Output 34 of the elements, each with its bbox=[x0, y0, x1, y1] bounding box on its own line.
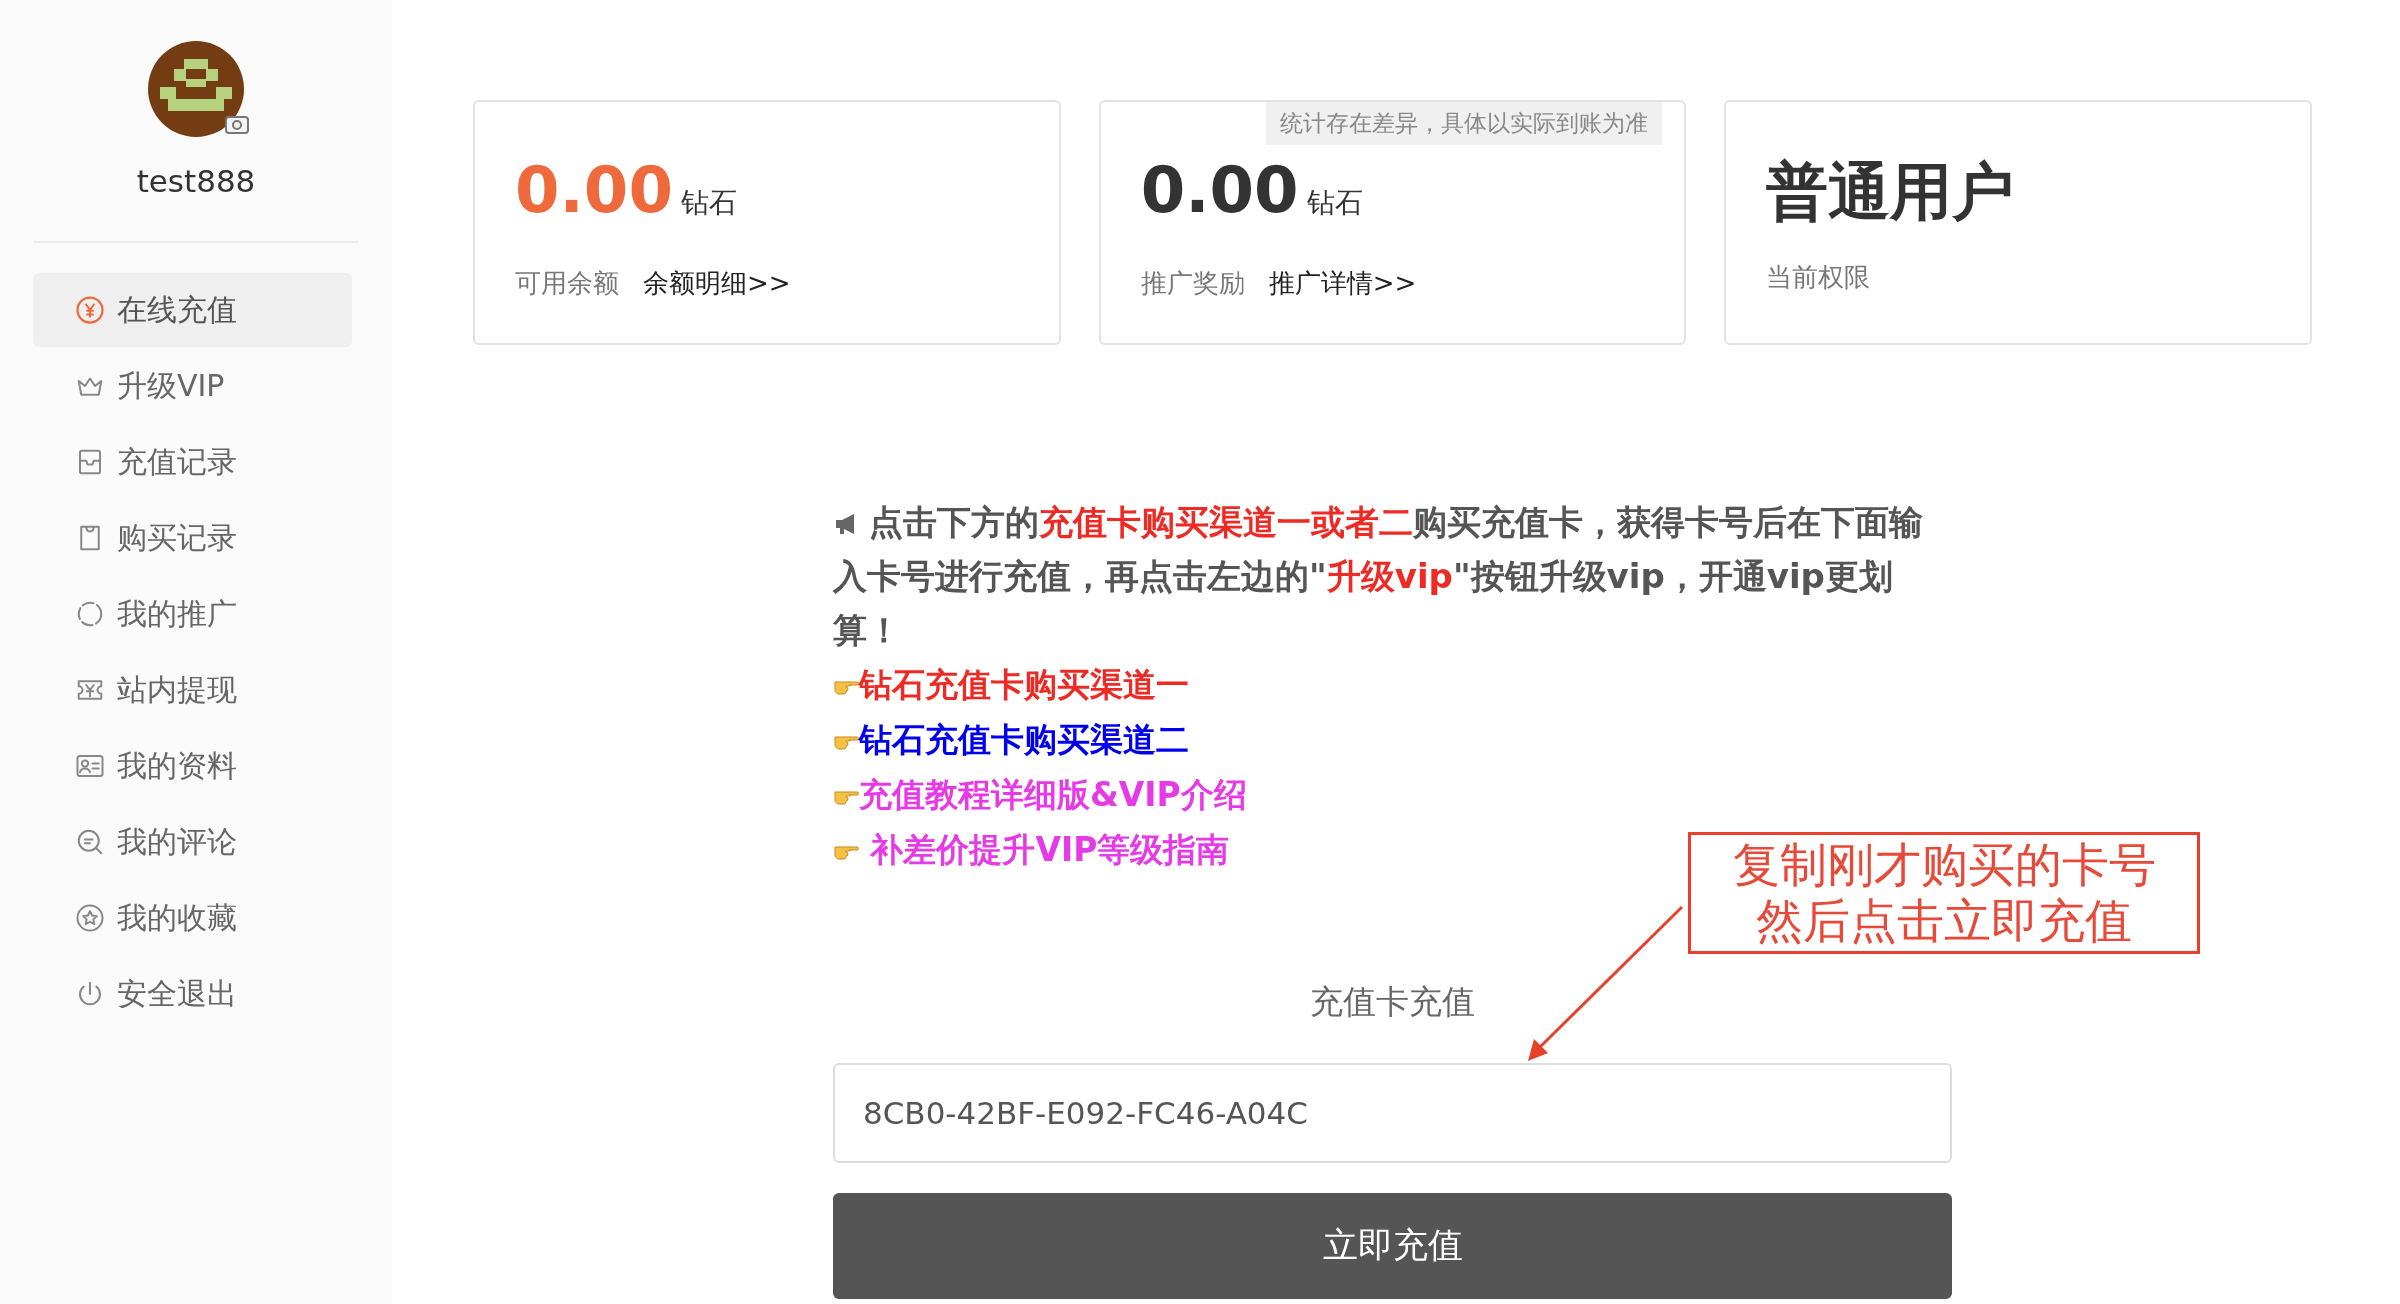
amount-value: 0.00 bbox=[1140, 158, 1299, 222]
unit-label: 钻石 bbox=[1306, 185, 1363, 221]
camera-icon[interactable] bbox=[225, 116, 249, 134]
username: test888 bbox=[136, 162, 256, 201]
yuan-icon bbox=[75, 294, 105, 325]
menu-item[interactable]: 购买记录 bbox=[33, 500, 352, 575]
channel-link[interactable]: 补差价提升VIP等级指南 bbox=[859, 824, 1230, 875]
menu-item[interactable]: 站内提现 bbox=[33, 652, 352, 727]
menu-item[interactable]: 我的资料 bbox=[33, 728, 352, 803]
channel-link[interactable]: 充值教程详细版&VIP介绍 bbox=[859, 769, 1247, 820]
note-label: 统计存在差异，具体以实际到账为准 bbox=[1266, 102, 1663, 145]
menu-item[interactable]: 我的推广 bbox=[33, 576, 352, 651]
annotation-note: 复制刚才购买的卡号 然后点击立即充值 bbox=[1688, 832, 2200, 954]
menu-item[interactable]: 在线充值 bbox=[33, 272, 352, 347]
detail-link[interactable]: 推广详情>> bbox=[1268, 264, 1417, 303]
recharge-button[interactable]: 立即充值 bbox=[833, 1192, 1952, 1299]
menu-item[interactable]: 充值记录 bbox=[33, 424, 352, 499]
card-label: 可用余额 bbox=[515, 267, 619, 300]
avatar-icon[interactable] bbox=[148, 41, 244, 137]
section-title: 充值卡充值 bbox=[1310, 981, 1475, 1023]
menu-item[interactable]: 我的评论 bbox=[33, 804, 352, 879]
channel-link[interactable]: 钻石充值卡购买渠道一 bbox=[859, 659, 1189, 710]
menu-item[interactable]: 安全退出 bbox=[33, 956, 352, 1031]
channel-link[interactable]: 钻石充值卡购买渠道二 bbox=[859, 714, 1189, 765]
card-number-field[interactable]: 8CB0-42BF-E092-FC46-A04C bbox=[833, 1062, 1952, 1163]
unit-label: 钻石 bbox=[680, 185, 737, 221]
amount-value: 0.00 bbox=[515, 158, 673, 222]
notice-text: 点击下方的充值卡购买渠道一或者二购买充值卡，获得卡号后在下面输入卡号进行充值，再点击左边的"升级vip"按钮升级vip，开通vip更划算！ bbox=[833, 501, 1924, 652]
menu-item[interactable]: 我的收藏 bbox=[33, 880, 352, 955]
card-label: 推广奖励 bbox=[1140, 267, 1245, 300]
level-title: 普通用户 bbox=[1766, 158, 2016, 227]
menu-item[interactable]: 升级VIP bbox=[33, 348, 352, 423]
card-label: 当前权限 bbox=[1766, 262, 1871, 293]
detail-link[interactable]: 余额明细>> bbox=[643, 264, 791, 303]
